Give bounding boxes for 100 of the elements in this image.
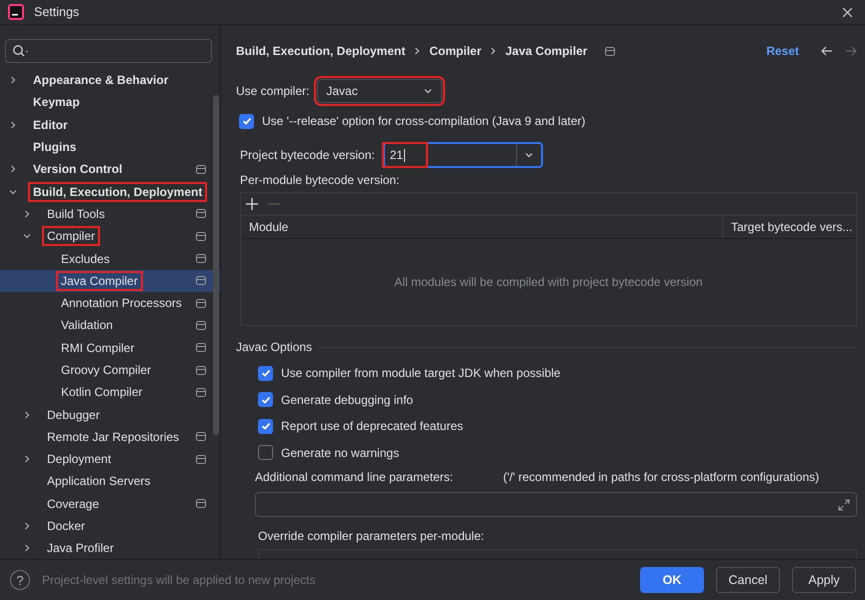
tree-item-label: Build Tools [46,206,106,223]
tree-item[interactable]: Coverage [0,492,220,515]
compiler-dropdown[interactable]: Javac [317,79,442,103]
breadcrumb-item[interactable]: Java Compiler [505,44,588,58]
tree-item-label: Excludes [60,250,111,268]
per-module-label: Per-module bytecode version: [239,173,400,187]
tree-item-label: Keymap [32,94,81,112]
checkbox[interactable] [258,366,273,381]
chevron-down-icon [423,86,434,96]
override-parameters-label: Override compiler parameters per-module: [257,529,486,543]
dialog-button[interactable]: Apply [792,567,856,593]
chevron-icon[interactable] [22,543,32,554]
footer-note: Project-level settings will be applied to new projects [42,573,316,587]
chevron-icon[interactable] [22,208,32,219]
project-level-icon [196,432,206,442]
tree-item[interactable]: Validation [0,314,220,337]
search-field[interactable] [5,39,212,63]
chevron-icon [489,47,498,55]
tree-item[interactable]: Appearance & Behavior [0,69,220,92]
tree-item-label: Build, Execution, Deployment [28,182,208,202]
tree-item[interactable]: Editor [0,114,220,136]
tree-item[interactable]: Docker [0,514,220,538]
tree-item-label: Appearance & Behavior [32,72,170,90]
project-level-icon [196,276,206,286]
chevron-icon[interactable] [22,521,32,532]
column-header[interactable]: Module [241,216,723,238]
add-icon[interactable] [246,198,258,210]
checkbox[interactable] [258,418,273,434]
ok-button[interactable]: OK [640,567,704,593]
close-icon[interactable] [842,6,853,18]
project-level-icon [196,366,206,374]
check-icon [260,420,272,432]
chevron-icon[interactable] [8,120,18,130]
tree-item[interactable]: Version Control [0,158,220,180]
project-level-icon [196,499,206,508]
reset-link[interactable]: Reset [766,44,799,58]
checkbox-label: Generate no warnings [281,446,400,460]
project-level-icon [196,254,206,264]
project-level-icon [196,232,206,241]
check-icon [260,367,272,380]
tree-item-label: Editor [32,116,69,134]
tree-item-label: Annotation Processors [60,295,183,312]
tree-item[interactable]: Keymap [0,91,220,114]
chevron-icon[interactable] [22,454,32,464]
back-arrow-icon[interactable] [821,46,833,56]
tree-item[interactable]: Build, Execution, Deployment [0,180,220,203]
search-icon [12,44,30,58]
project-level-icon [196,454,206,464]
tree-item[interactable]: Groovy Compiler [0,358,220,382]
parameters-field[interactable] [255,492,857,517]
checkbox[interactable] [258,392,273,408]
chevron-icon[interactable] [8,75,18,86]
dialog-button[interactable]: Cancel [716,567,780,593]
tree-item-label: Java Compiler [56,270,143,291]
tree-item[interactable]: RMI Compiler [0,336,220,359]
chevron-icon[interactable] [8,164,18,174]
expand-icon[interactable] [838,498,850,510]
tree-item[interactable]: Build Tools [0,202,220,226]
tree-item-label: Groovy Compiler [60,362,152,379]
column-header[interactable]: Target bytecode vers... [723,216,856,238]
empty-table-message: All modules will be compiled with project bytecode version [394,275,703,289]
tree-item[interactable]: Remote Jar Repositories [0,426,220,448]
tree-item-label: Kotlin Compiler [60,384,144,402]
project-level-icon [196,320,206,330]
tree-item-label: Debugger [46,406,101,424]
tree-item[interactable]: Java Profiler [0,537,220,560]
project-level-icon [196,209,206,218]
checkbox[interactable] [239,114,254,128]
tree-item[interactable]: Debugger [0,403,220,426]
breadcrumb-item[interactable]: Compiler [429,44,482,58]
checkbox-label: Report use of deprecated features [281,419,464,434]
forward-arrow-icon[interactable] [845,46,857,56]
additional-parameters-label: Additional command line parameters: [255,470,454,486]
project-level-icon [196,298,206,308]
tree-item-label: Application Servers [46,473,152,490]
bytecode-version-label: Project bytecode version: [240,148,375,162]
tree-item[interactable]: Compiler [0,225,220,248]
tree-item-label: Coverage [46,496,100,513]
checkbox[interactable] [258,445,273,460]
project-level-icon [196,388,206,397]
checkbox-label: Generate debugging info [281,392,414,407]
chevron-icon[interactable] [22,410,32,420]
project-level-icon [196,343,206,352]
section-title: Javac Options [236,340,312,354]
scrollbar[interactable] [213,95,219,435]
bytecode-version-field[interactable]: 21 [382,142,543,168]
check-icon [240,115,252,127]
tree-item[interactable]: Kotlin Compiler [0,381,220,404]
tree-item-label: RMI Compiler [60,340,136,357]
breadcrumb-item[interactable]: Build, Execution, Deployment [236,44,406,58]
tree-item[interactable]: Excludes [0,247,220,270]
tree-item-label: Remote Jar Repositories [46,428,180,446]
tree-item[interactable]: Application Servers [0,470,220,493]
tree-item-label: Java Profiler [46,540,115,558]
tree-item[interactable]: Deployment [0,448,220,470]
help-button[interactable]: ? [10,570,30,590]
tree-item[interactable]: Annotation Processors [0,292,220,314]
checkbox-label: Use '--release' option for cross-compilation (Java 9 and later) [262,114,586,128]
tree-item[interactable]: Plugins [0,136,220,158]
tree-item[interactable]: Java Compiler [0,270,220,292]
